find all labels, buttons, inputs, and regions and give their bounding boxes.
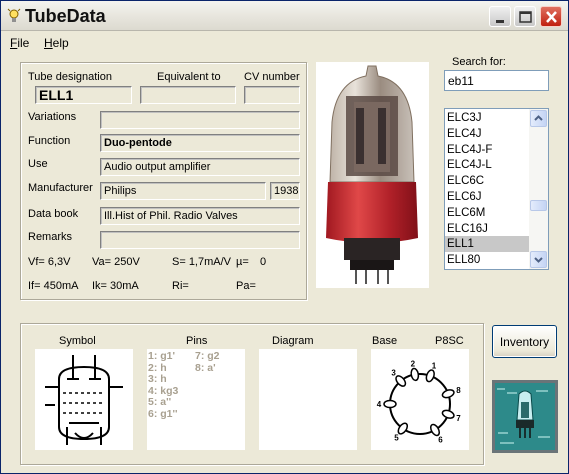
pa-value: Pa= [236, 280, 256, 292]
base-pin-label: 2 [411, 360, 416, 369]
manufacturer-label: Manufacturer [28, 182, 93, 194]
maximize-icon [519, 11, 532, 23]
pins-box: 1: g1' 2: h 3: h 4: kg3 5: a'' 6: g1'' 7: g2 8… [147, 349, 245, 450]
scroll-down-button[interactable] [530, 251, 547, 268]
ri-value: Ri= [172, 280, 189, 292]
diagram-box [259, 349, 357, 450]
tube-designation-label: Tube designation [28, 71, 112, 83]
menu-help[interactable]: Help [44, 36, 69, 50]
scroll-thumb[interactable] [530, 200, 547, 211]
data-book-field[interactable]: Ill.Hist of Phil. Radio Valves [100, 207, 300, 225]
pin-entry: 5: a'' [148, 396, 172, 408]
search-input[interactable]: eb11 [444, 70, 549, 91]
remarks-label: Remarks [28, 231, 73, 243]
pin-entry: 7: g2 [195, 350, 220, 362]
cv-number-label: CV number [244, 71, 300, 83]
tube-list-item[interactable]: ELC16J [445, 221, 529, 237]
pin-entry: 6: g1'' [148, 407, 178, 420]
tubedata-logo [492, 380, 558, 453]
base-pin [441, 409, 455, 419]
base-pin-label: 7 [456, 414, 461, 423]
s-value: S= 1,7mA/V [172, 256, 232, 268]
window-title: TubeData [25, 6, 106, 26]
pin-entry: 1: g1' [148, 350, 176, 362]
base-pin [441, 389, 455, 399]
close-button[interactable] [540, 6, 562, 27]
tube-list-item[interactable]: ELC6J [445, 189, 529, 205]
main-window: TubeData File Help Tube designation Equi… [0, 0, 569, 474]
mu-value: 0 [260, 256, 267, 268]
pin-entry: 8: a' [195, 361, 216, 374]
base-pin-label: 4 [377, 400, 382, 409]
menu-help-mnemonic: H [44, 36, 53, 50]
tube-list-item[interactable]: ELL80 [445, 252, 529, 268]
base-box: 1 2 3 4 5 6 7 8 [371, 349, 469, 450]
vf-value: Vf= 6,3V [28, 256, 71, 268]
symbol-label: Symbol [59, 335, 96, 347]
pins-label: Pins [186, 335, 208, 347]
base-type-label: P8SC [435, 335, 464, 347]
cv-number-field[interactable] [244, 86, 300, 104]
symbol-box [35, 349, 133, 450]
base-pin-label: 1 [432, 361, 437, 370]
tube-list-item[interactable]: ELC6M [445, 205, 529, 221]
tube-designation-field[interactable]: ELL1 [35, 86, 132, 104]
use-label: Use [28, 158, 48, 170]
base-pin-label: 3 [391, 369, 396, 378]
tube-list-item[interactable]: ELL1 [445, 236, 529, 253]
data-book-label: Data book [28, 208, 79, 220]
variations-field[interactable] [100, 111, 300, 129]
base-pinout-diagram: 1 2 3 4 5 6 7 8 [377, 360, 462, 445]
function-field[interactable]: Duo-pentode [100, 134, 300, 152]
menu-bar: File Help [1, 32, 568, 52]
inventory-button[interactable]: Inventory [492, 325, 557, 358]
tube-list-item[interactable]: ELC4J-F [445, 142, 529, 158]
search-label: Search for: [452, 56, 506, 68]
function-label: Function [28, 135, 71, 147]
use-field[interactable]: Audio output amplifier [100, 158, 300, 176]
if-value: If= 450mA [28, 280, 79, 292]
chevron-up-icon [534, 115, 543, 121]
mu-label: µ= [236, 256, 249, 268]
tube-list-item[interactable]: ELC3J [445, 110, 529, 126]
tube-symbol-icon [45, 355, 123, 445]
year-field[interactable]: 1938 [270, 182, 300, 200]
chevron-down-icon [534, 257, 543, 263]
tube-photo [316, 62, 429, 288]
minimize-icon [496, 20, 504, 23]
maximize-button[interactable] [514, 6, 536, 27]
pins-column-1: 1: g1' 2: h 3: h 4: kg3 5: a'' 6: g1'' [148, 350, 178, 420]
pin-entry: 3: h [148, 373, 167, 385]
pins-column-2: 7: g2 8: a' [195, 350, 220, 374]
tube-list: ELC3J ELC4J ELC4J-F ELC4J-L ELC6C ELC6J ELC6M E… [445, 110, 529, 268]
equivalent-field[interactable] [140, 86, 236, 104]
base-pin [383, 399, 397, 409]
menu-help-rest: elp [52, 36, 69, 50]
tube-listbox[interactable]: ELC3J ELC4J ELC4J-F ELC4J-L ELC6C ELC6J ELC6M E… [444, 108, 549, 270]
base-pin-label: 6 [438, 436, 443, 445]
base-label: Base [372, 335, 398, 347]
ik-value: Ik= 30mA [92, 280, 139, 292]
base-pin [410, 367, 420, 382]
variations-label: Variations [28, 111, 77, 123]
tube-list-item[interactable]: ELC4J [445, 126, 529, 142]
close-icon [546, 11, 557, 23]
menu-file[interactable]: File [10, 36, 29, 50]
list-scrollbar[interactable] [529, 109, 548, 269]
manufacturer-field[interactable]: Philips [100, 182, 266, 200]
va-value: Va= 250V [92, 256, 140, 268]
tube-list-item[interactable]: ELC6C [445, 173, 529, 189]
base-pin-label: 8 [456, 386, 461, 395]
lightbulb-icon [7, 8, 21, 22]
diagram-label: Diagram [272, 335, 314, 347]
tube-list-item[interactable]: ELC4J-L [445, 157, 529, 173]
title-bar[interactable]: TubeData [1, 1, 568, 31]
remarks-field[interactable] [100, 231, 300, 249]
base-pin-label: 5 [394, 434, 399, 443]
base-pin [425, 369, 435, 383]
minimize-button[interactable] [489, 6, 511, 27]
menu-file-rest: ile [17, 36, 30, 50]
scroll-up-button[interactable] [530, 110, 547, 127]
equivalent-label: Equivalent to [157, 71, 221, 83]
